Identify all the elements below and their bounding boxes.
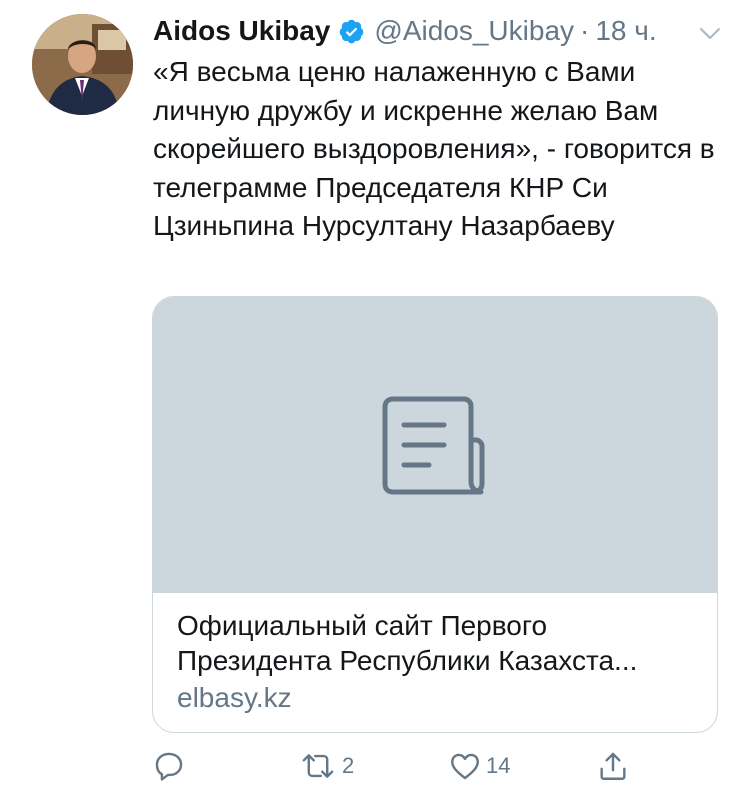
chevron-down-icon[interactable]: [698, 20, 722, 44]
card-image-placeholder: [153, 297, 717, 593]
verified-badge-icon: [338, 18, 365, 45]
share-button[interactable]: [596, 746, 630, 786]
heart-icon: [451, 753, 479, 780]
card-body: Официальный сайт Первого Президента Респ…: [177, 608, 697, 716]
tweet-timestamp[interactable]: 18 ч.: [595, 15, 656, 47]
avatar[interactable]: [32, 14, 133, 115]
reply-icon: [155, 752, 183, 781]
author-handle[interactable]: @Aidos_Ukibay: [374, 15, 574, 47]
author-name[interactable]: Aidos Ukibay: [153, 15, 330, 47]
like-count: 14: [486, 753, 511, 778]
retweet-icon: [302, 754, 334, 778]
separator-dot: ·: [580, 15, 590, 46]
card-domain[interactable]: elbasy.kz: [177, 680, 697, 716]
document-icon: [382, 396, 485, 495]
tweet-header: Aidos Ukibay @Aidos_Ukibay · 18 ч.: [153, 12, 730, 50]
tweet-text: «Я весьма ценю налаженную с Вами личную …: [153, 56, 723, 241]
share-icon: [600, 752, 626, 780]
tweet[interactable]: Aidos Ukibay @Aidos_Ukibay · 18 ч. «Я ве…: [0, 0, 750, 795]
like-button[interactable]: 14: [448, 746, 510, 786]
tweet-actions: 2 14: [152, 746, 652, 786]
retweet-button[interactable]: 2: [298, 746, 354, 786]
link-card[interactable]: Официальный сайт Первого Президента Респ…: [152, 296, 718, 733]
retweet-count: 2: [342, 753, 355, 778]
card-title[interactable]: Официальный сайт Первого Президента Респ…: [177, 608, 697, 678]
reply-button[interactable]: [152, 746, 190, 786]
